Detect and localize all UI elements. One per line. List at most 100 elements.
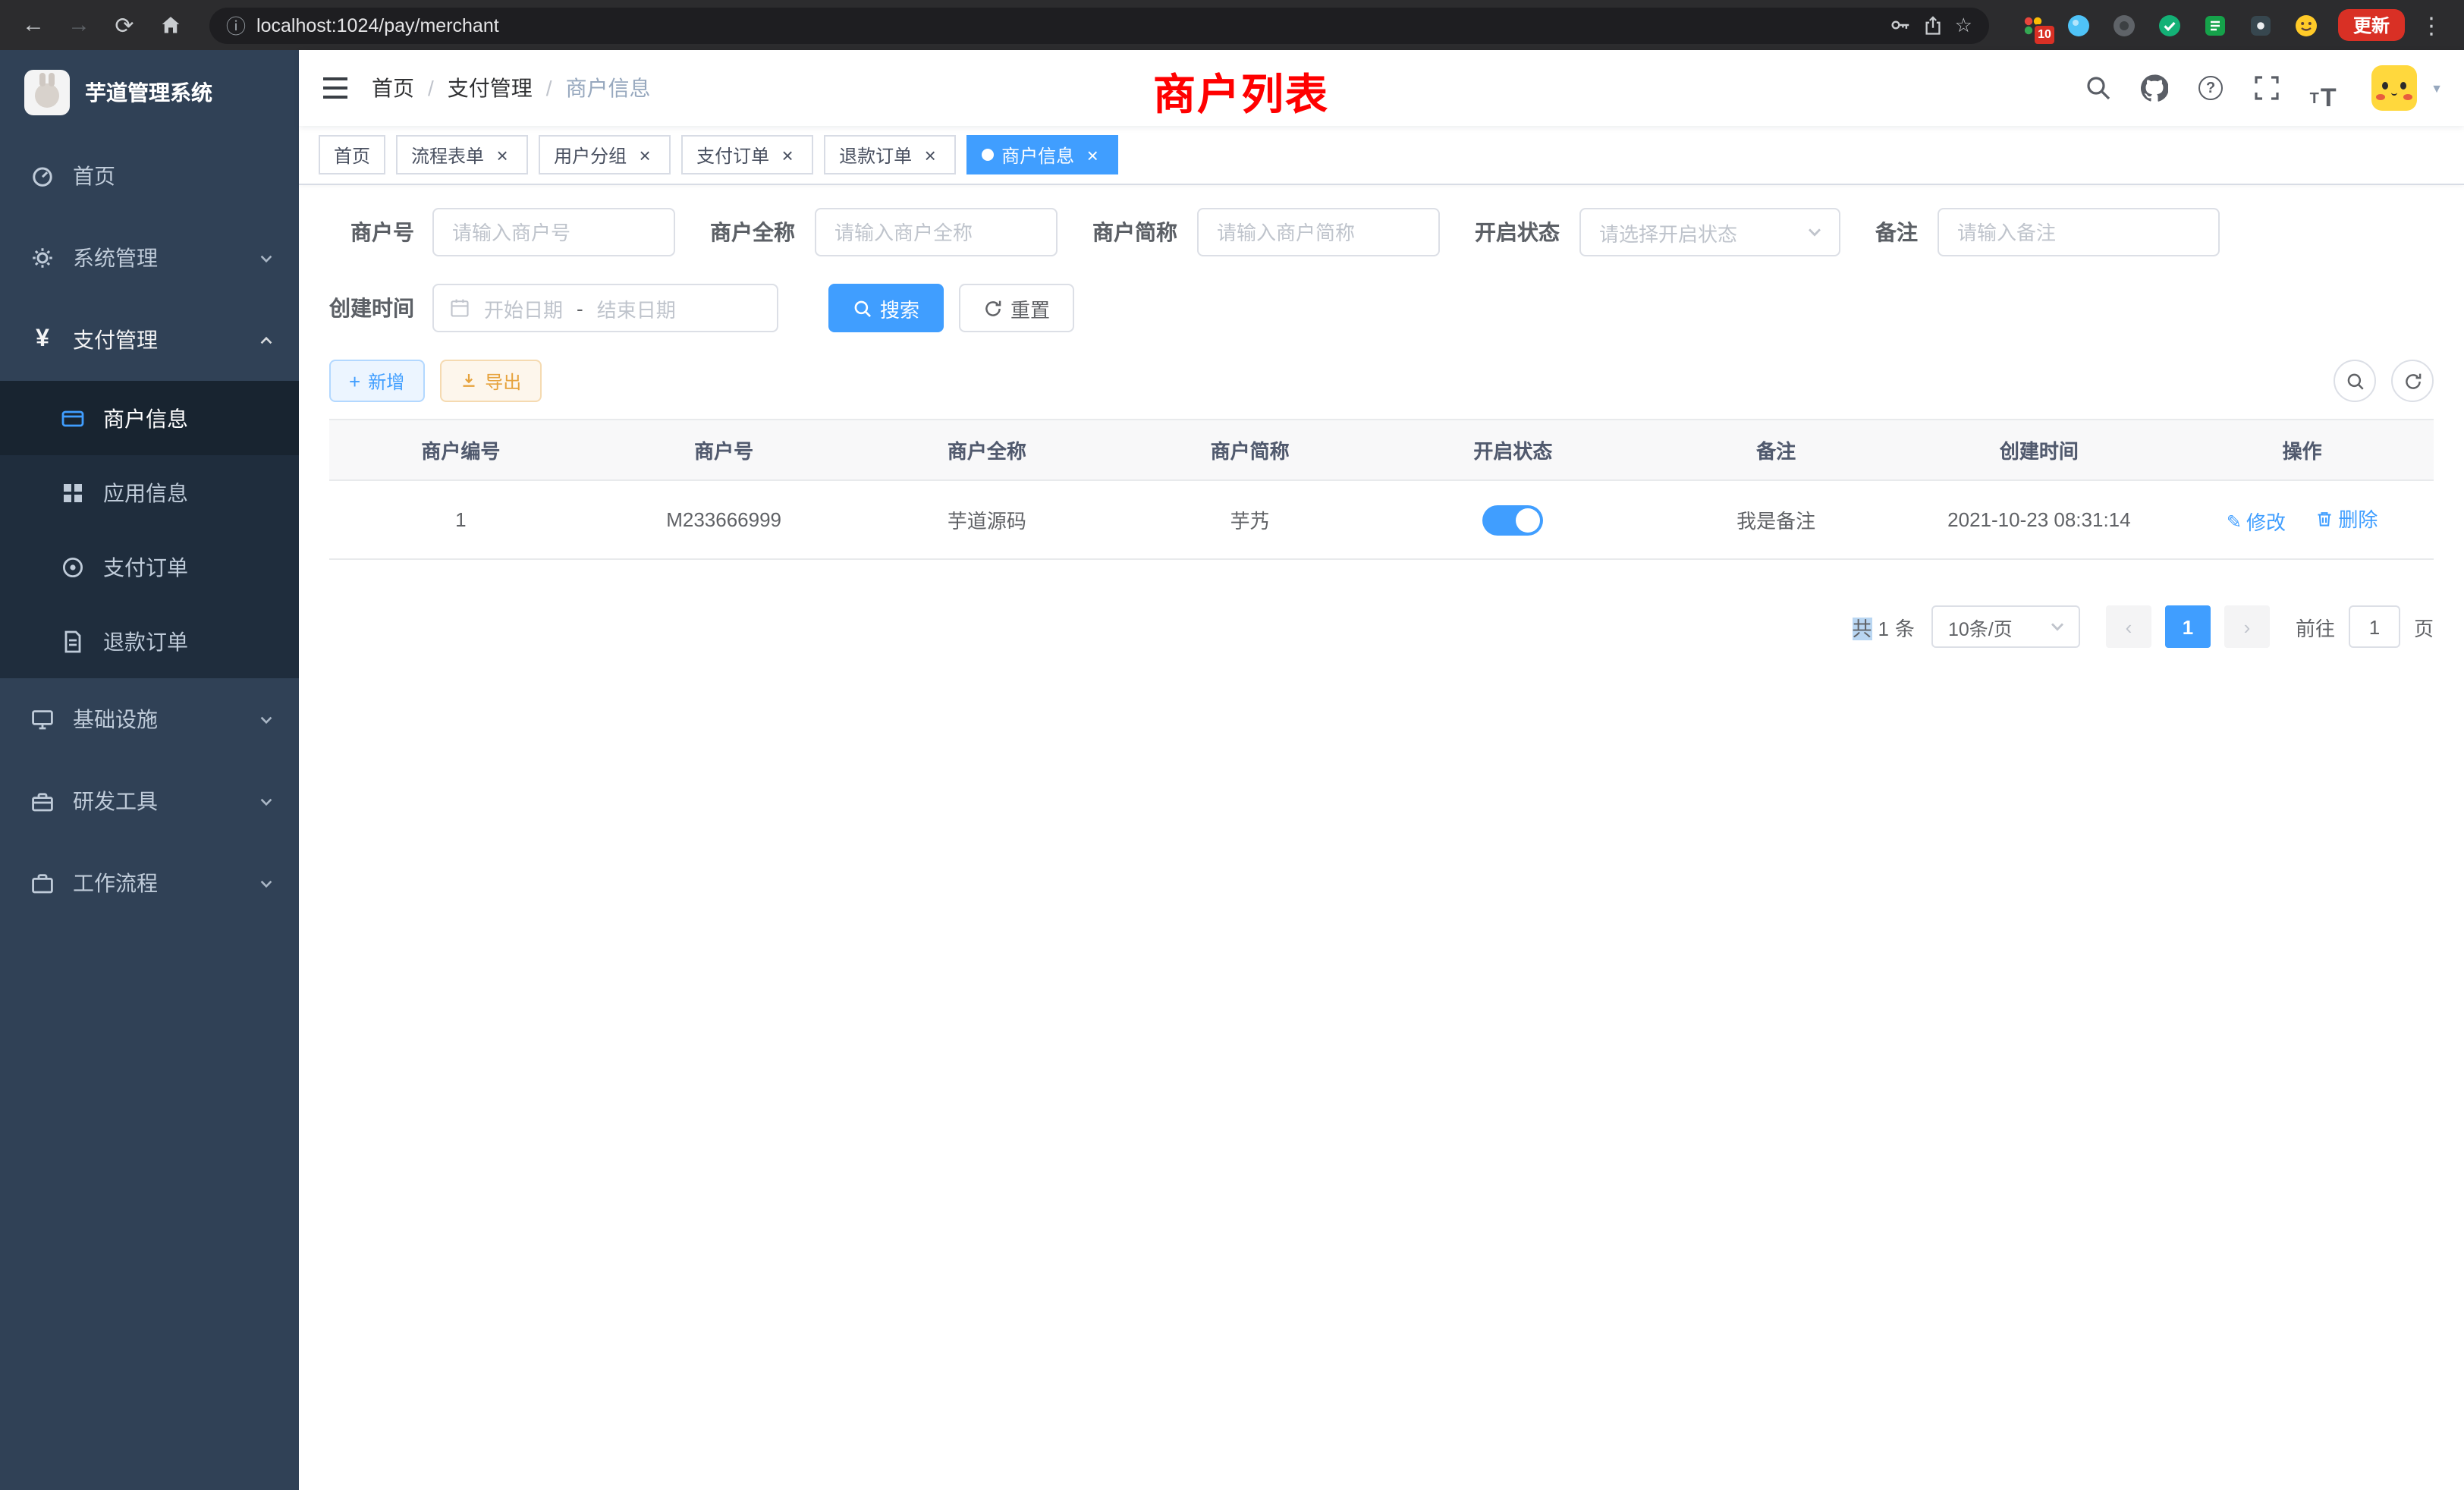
chevron-down-icon <box>258 250 275 266</box>
sidebar-item-refund-order[interactable]: 退款订单 <box>0 604 299 678</box>
remark-input[interactable] <box>1938 208 2220 256</box>
site-info-icon[interactable]: ⓘ <box>226 11 246 39</box>
extension-drop-icon[interactable] <box>2065 11 2092 39</box>
breadcrumb-separator: / <box>428 76 434 100</box>
sidebar-item-infrastructure[interactable]: 基础设施 <box>0 678 299 760</box>
edit-icon: ✎ <box>2227 512 2242 530</box>
short-name-input[interactable] <box>1197 208 1440 256</box>
search-icon[interactable] <box>2076 65 2121 111</box>
delete-link[interactable]: 删除 <box>2315 504 2378 533</box>
sidebar-item-label: 商户信息 <box>103 403 188 433</box>
cell-merchant-no: M233666999 <box>592 480 856 559</box>
add-button[interactable]: + 新增 <box>329 360 424 402</box>
sidebar-item-app-info[interactable]: 应用信息 <box>0 455 299 530</box>
prev-page-button[interactable]: ‹ <box>2106 605 2151 648</box>
sidebar-item-label: 支付管理 <box>73 325 240 355</box>
tab-merchant-info[interactable]: 商户信息 × <box>966 135 1118 174</box>
close-icon[interactable]: × <box>1082 144 1103 165</box>
sidebar-item-home[interactable]: 首页 <box>0 135 299 217</box>
chevron-up-icon <box>258 332 275 348</box>
avatar-caret-icon[interactable]: ▼ <box>2431 81 2443 95</box>
breadcrumb-home[interactable]: 首页 <box>372 73 414 103</box>
close-icon[interactable]: × <box>919 144 941 165</box>
sidebar-item-pay-order[interactable]: 支付订单 <box>0 530 299 604</box>
bookmark-star-icon[interactable]: ☆ <box>1955 13 1972 37</box>
status-select[interactable]: 请选择开启状态 <box>1579 208 1840 256</box>
font-size-icon[interactable]: TT <box>2300 65 2346 111</box>
close-icon[interactable]: × <box>777 144 798 165</box>
tab-process-form[interactable]: 流程表单 × <box>396 135 528 174</box>
close-icon[interactable]: × <box>634 144 655 165</box>
breadcrumb-payment[interactable]: 支付管理 <box>448 73 533 103</box>
full-name-input[interactable] <box>815 208 1058 256</box>
sidebar-item-devtools[interactable]: 研发工具 <box>0 760 299 842</box>
browser-chrome: ← → ⟳ ⓘ localhost:1024/pay/merchant ☆ 10 <box>0 0 2464 50</box>
sidebar-item-workflow[interactable]: 工作流程 <box>0 842 299 924</box>
browser-home-icon[interactable] <box>152 7 188 43</box>
credit-card-icon <box>61 406 85 430</box>
column-header-create-time: 创建时间 <box>1908 420 2171 480</box>
extension-dark-circle-icon[interactable] <box>2110 11 2138 39</box>
export-button[interactable]: 导出 <box>439 360 541 402</box>
extension-palette-icon[interactable]: 10 <box>2019 11 2047 39</box>
app-logo[interactable]: 芋道管理系统 <box>0 50 299 135</box>
merchant-no-input[interactable] <box>432 208 675 256</box>
dashboard-icon <box>30 164 55 188</box>
sidebar-item-merchant-info[interactable]: 商户信息 <box>0 381 299 455</box>
extension-pin-icon[interactable] <box>2247 11 2274 39</box>
chevron-down-icon <box>258 793 275 809</box>
browser-forward-icon[interactable]: → <box>61 7 97 43</box>
goto-page-input[interactable] <box>2349 605 2400 648</box>
user-avatar[interactable] <box>2371 65 2417 111</box>
password-key-icon[interactable] <box>1890 14 1912 36</box>
extension-green-circle-icon[interactable] <box>2156 11 2183 39</box>
status-toggle[interactable] <box>1482 505 1543 535</box>
active-dot <box>982 149 994 161</box>
reset-button[interactable]: 重置 <box>959 284 1074 332</box>
date-range-picker[interactable]: 开始日期 - 结束日期 <box>432 284 778 332</box>
sidebar-item-label: 系统管理 <box>73 243 240 273</box>
calendar-icon <box>449 297 470 319</box>
hamburger-icon[interactable] <box>299 50 372 126</box>
url-text[interactable]: localhost:1024/pay/merchant <box>256 14 499 36</box>
search-button-label: 搜索 <box>880 294 919 322</box>
select-placeholder: 请选择开启状态 <box>1599 218 1806 247</box>
extension-badge: 10 <box>2033 24 2056 45</box>
breadcrumb-current: 商户信息 <box>566 73 651 103</box>
page-1-button[interactable]: 1 <box>2165 605 2211 648</box>
tab-label: 商户信息 <box>1001 142 1074 168</box>
share-icon[interactable] <box>1923 14 1944 36</box>
help-icon[interactable]: ? <box>2188 65 2233 111</box>
address-bar[interactable]: ⓘ localhost:1024/pay/merchant ☆ <box>209 7 1989 43</box>
column-header-short-name: 商户简称 <box>1118 420 1381 480</box>
create-time-label: 创建时间 <box>329 293 414 323</box>
sidebar-item-system[interactable]: 系统管理 <box>0 217 299 299</box>
status-label: 开启状态 <box>1475 217 1560 247</box>
refresh-button[interactable] <box>2391 360 2434 402</box>
merchant-table: 商户编号 商户号 商户全称 商户简称 开启状态 备注 创建时间 操作 1 <box>329 419 2434 560</box>
browser-back-icon[interactable]: ← <box>15 7 52 43</box>
column-header-remark: 备注 <box>1645 420 1908 480</box>
cell-id: 1 <box>329 480 592 559</box>
page-size-select[interactable]: 10条/页 <box>1931 605 2080 648</box>
tab-pay-order[interactable]: 支付订单 × <box>681 135 813 174</box>
fullscreen-icon[interactable] <box>2244 65 2290 111</box>
sidebar-item-payment[interactable]: ¥ 支付管理 <box>0 299 299 381</box>
edit-link[interactable]: ✎ 修改 <box>2227 507 2286 536</box>
chrome-update-button[interactable]: 更新 <box>2338 9 2405 41</box>
toggle-search-button[interactable] <box>2334 360 2376 402</box>
tab-home[interactable]: 首页 <box>319 135 385 174</box>
github-icon[interactable] <box>2132 65 2177 111</box>
annotation-text: 商户列表 <box>1153 62 1329 123</box>
browser-reload-icon[interactable]: ⟳ <box>106 7 143 43</box>
extension-book-icon[interactable] <box>2202 11 2229 39</box>
tab-refund-order[interactable]: 退款订单 × <box>824 135 956 174</box>
search-button[interactable]: 搜索 <box>828 284 944 332</box>
tab-user-group[interactable]: 用户分组 × <box>539 135 671 174</box>
next-page-button[interactable]: › <box>2224 605 2270 648</box>
document-icon <box>61 629 85 653</box>
extension-face-icon[interactable] <box>2293 11 2320 39</box>
close-icon[interactable]: × <box>492 144 513 165</box>
chrome-menu-icon[interactable]: ⋮ <box>2414 11 2449 39</box>
cell-actions: ✎ 修改 删除 <box>2170 480 2434 559</box>
